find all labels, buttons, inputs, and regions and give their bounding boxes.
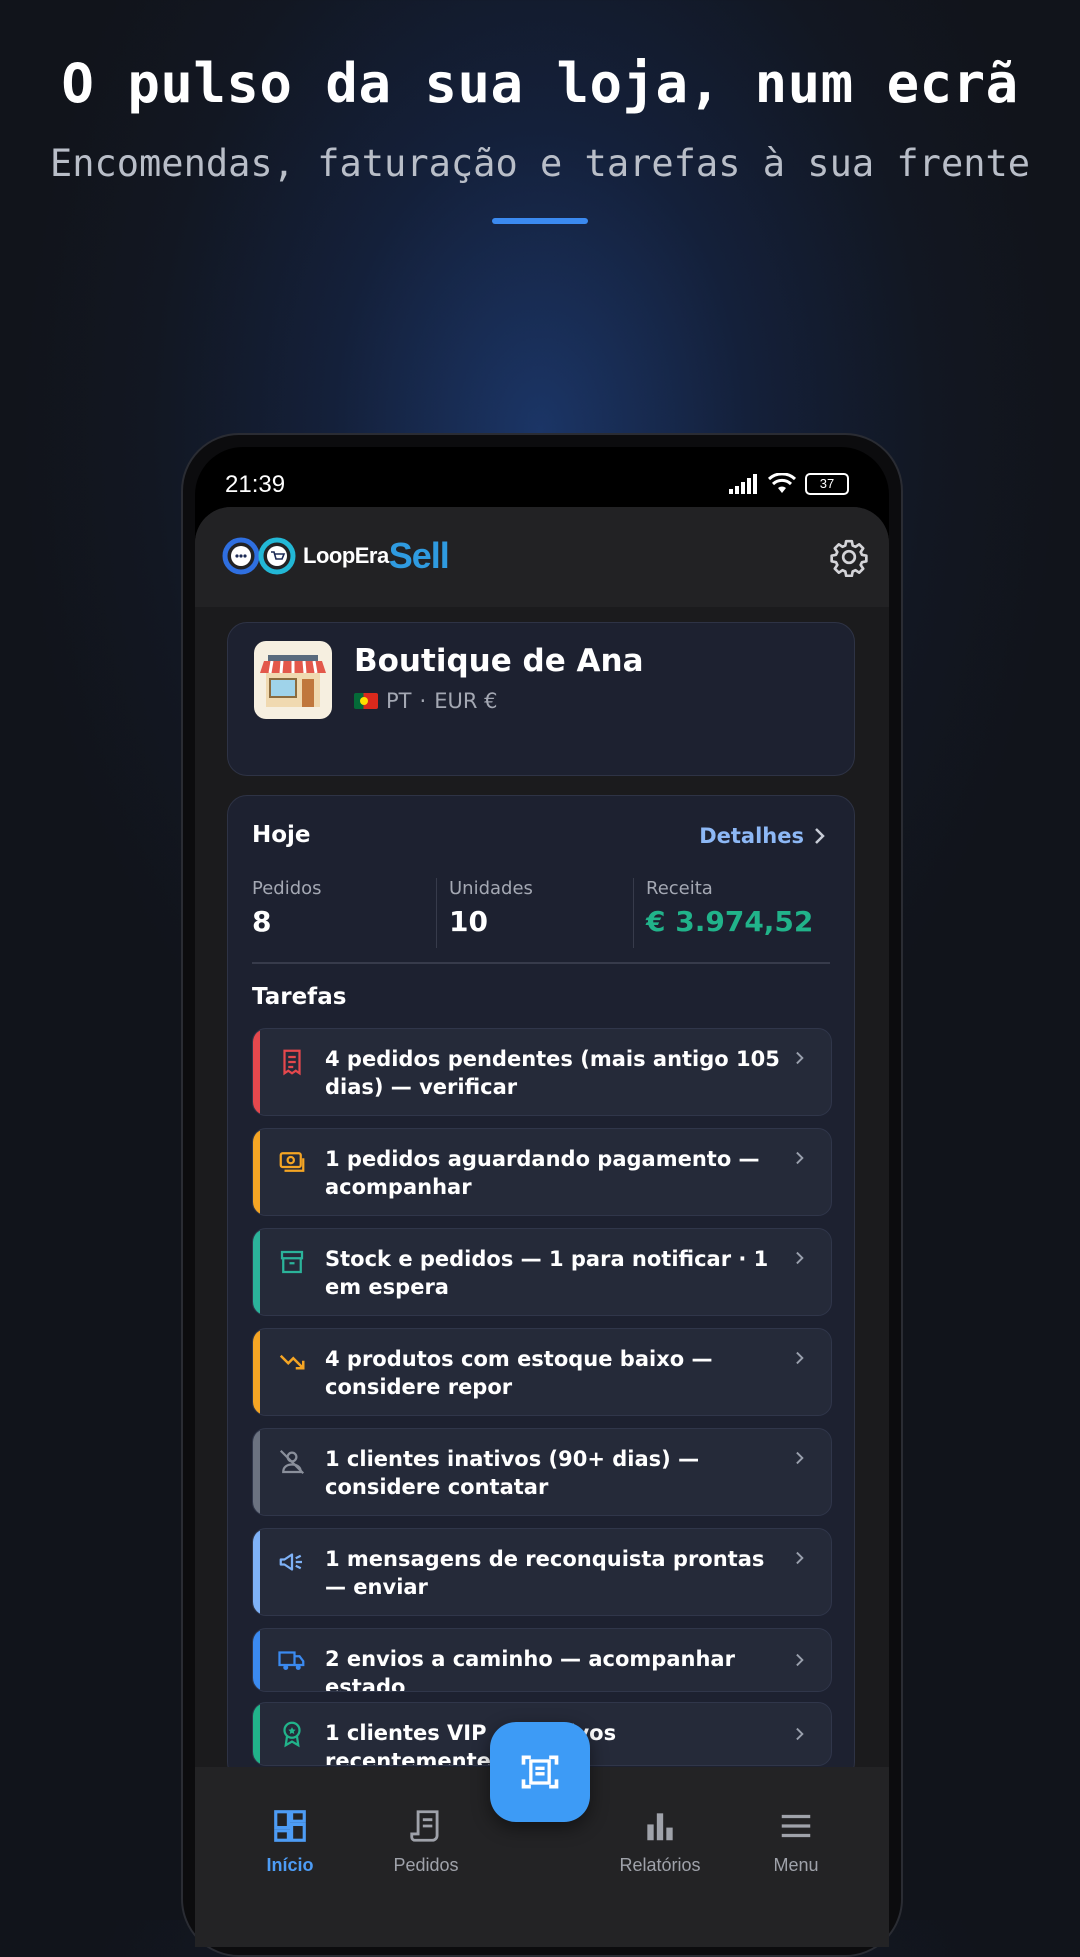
task-text: 1 pedidos aguardando pagamento — acompan… (325, 1147, 760, 1199)
stat-value: € 3.974,52 (646, 905, 814, 938)
hero-underline (492, 218, 588, 224)
portugal-flag-icon (354, 693, 378, 709)
app-logo: LoopEra Sell (221, 535, 450, 577)
storefront-icon (260, 655, 326, 707)
menu-icon (781, 1814, 811, 1838)
stat-label: Pedidos (252, 878, 322, 899)
chevron-right-icon (815, 828, 825, 844)
hero-subtitle: Encomendas, faturação e tarefas à sua fr… (49, 142, 1031, 185)
details-label: Detalhes (699, 824, 804, 848)
task-awaiting-payment[interactable]: 1 pedidos aguardando pagamento — acompan… (252, 1128, 832, 1216)
today-stats: Pedidos 8 Unidades 10 Receita € 3.974,52 (252, 878, 830, 948)
stat-label: Receita (646, 878, 713, 899)
scan-icon (521, 1755, 559, 1789)
task-accent (253, 1703, 260, 1765)
store-meta: PT · EUR € (354, 689, 497, 713)
nav-label: Pedidos (393, 1855, 459, 1875)
stat-units: Unidades 10 (436, 878, 633, 948)
store-country: PT (386, 689, 412, 713)
task-accent (253, 1229, 260, 1315)
signal-icon (729, 474, 757, 494)
hero-title: O pulso da sua loja, num ecrã (61, 52, 1019, 115)
user-off-icon (279, 1449, 305, 1475)
gear-icon[interactable] (829, 537, 869, 577)
tasks-title: Tarefas (252, 984, 347, 1010)
store-card[interactable]: Boutique de Ana PT · EUR € (227, 622, 855, 776)
stat-label: Unidades (449, 878, 533, 899)
nav-item-inicio[interactable]: Início (230, 1807, 350, 1876)
task-text: 4 pedidos pendentes (mais antigo 105 dia… (325, 1047, 780, 1099)
today-title: Hoje (252, 822, 311, 848)
chevron-right-icon (796, 1653, 804, 1667)
app-root: LoopEra Sell Boutique de Ana PT · EUR € … (195, 507, 889, 1947)
dashboard-icon (274, 1810, 306, 1842)
phone-screen: 21:39 37 LoopEra Sell Boutique de Ana PT… (195, 447, 889, 1947)
divider (252, 962, 830, 964)
stat-value: 8 (252, 905, 272, 938)
nav-label: Menu (773, 1855, 819, 1875)
chevron-right-icon (796, 1051, 804, 1065)
chevron-right-icon (796, 1251, 804, 1265)
stat-revenue: Receita € 3.974,52 (633, 878, 830, 948)
nav-label: Relatórios (619, 1855, 701, 1875)
payment-icon (279, 1152, 305, 1172)
task-accent (253, 1629, 260, 1691)
task-shipments[interactable]: 2 envios a caminho — acompanhar estado (252, 1628, 832, 1692)
task-winback-messages[interactable]: 1 mensagens de reconquista prontas — env… (252, 1528, 832, 1616)
scan-fab-button[interactable] (490, 1722, 590, 1822)
logo-infinity-icon (222, 537, 296, 575)
today-card: Hoje Detalhes Pedidos 8 Unidades 10 Rece… (227, 795, 855, 1782)
nav-item-pedidos[interactable]: Pedidos (366, 1807, 486, 1876)
chevron-right-icon (796, 1151, 804, 1165)
bar-chart-icon (647, 1813, 673, 1841)
task-low-stock[interactable]: 4 produtos com estoque baixo — considere… (252, 1328, 832, 1416)
status-icons: 37 (729, 473, 849, 495)
store-thumbnail (254, 641, 332, 719)
megaphone-icon (279, 1553, 302, 1571)
logo-word-loopera: LoopEra (303, 543, 389, 568)
chevron-right-icon (796, 1451, 804, 1465)
task-text: 2 envios a caminho — acompanhar estado (325, 1647, 735, 1692)
task-accent (253, 1529, 260, 1615)
stat-orders: Pedidos 8 (252, 878, 436, 948)
task-inactive-clients[interactable]: 1 clientes inativos (90+ dias) — conside… (252, 1428, 832, 1516)
award-icon (283, 1721, 301, 1748)
store-currency: EUR € (434, 689, 498, 713)
details-link[interactable]: Detalhes (699, 824, 826, 848)
wifi-icon (767, 473, 797, 493)
phone-frame: 21:39 37 LoopEra Sell Boutique de Ana PT… (181, 433, 903, 1957)
task-accent (253, 1129, 260, 1215)
task-accent (253, 1429, 260, 1515)
stat-value: 10 (449, 905, 488, 938)
status-time: 21:39 (225, 471, 286, 498)
task-accent (253, 1329, 260, 1415)
logo-word-sell: Sell (388, 535, 450, 576)
status-bar: 21:39 37 (195, 447, 889, 507)
app-bar: LoopEra Sell (195, 507, 889, 607)
nav-item-relatorios[interactable]: Relatórios (600, 1807, 720, 1876)
task-stock-orders[interactable]: Stock e pedidos — 1 para notificar · 1 e… (252, 1228, 832, 1316)
chevron-right-icon (796, 1351, 804, 1365)
truck-icon (278, 1651, 305, 1670)
task-text: Stock e pedidos — 1 para notificar · 1 e… (325, 1247, 769, 1299)
battery-icon: 37 (805, 473, 849, 495)
task-text: 4 produtos com estoque baixo — considere… (325, 1347, 713, 1399)
task-text: 1 clientes inativos (90+ dias) — conside… (325, 1447, 700, 1499)
task-text: 1 mensagens de reconquista prontas — env… (325, 1547, 765, 1599)
trending-down-icon (279, 1354, 305, 1370)
chevron-right-icon (796, 1551, 804, 1565)
main-content: Boutique de Ana PT · EUR € Hoje Detalhes (195, 607, 889, 1782)
chevron-right-icon (796, 1727, 804, 1741)
store-meta-separator: · (419, 689, 427, 713)
store-name: Boutique de Ana (354, 643, 644, 679)
nav-label: Início (266, 1855, 314, 1875)
task-pending-orders[interactable]: 4 pedidos pendentes (mais antigo 105 dia… (252, 1028, 832, 1116)
nav-item-menu[interactable]: Menu (736, 1807, 856, 1876)
receipt-icon (283, 1049, 301, 1076)
task-accent (253, 1029, 260, 1115)
receipt-icon (410, 1810, 439, 1842)
archive-icon (280, 1250, 304, 1274)
